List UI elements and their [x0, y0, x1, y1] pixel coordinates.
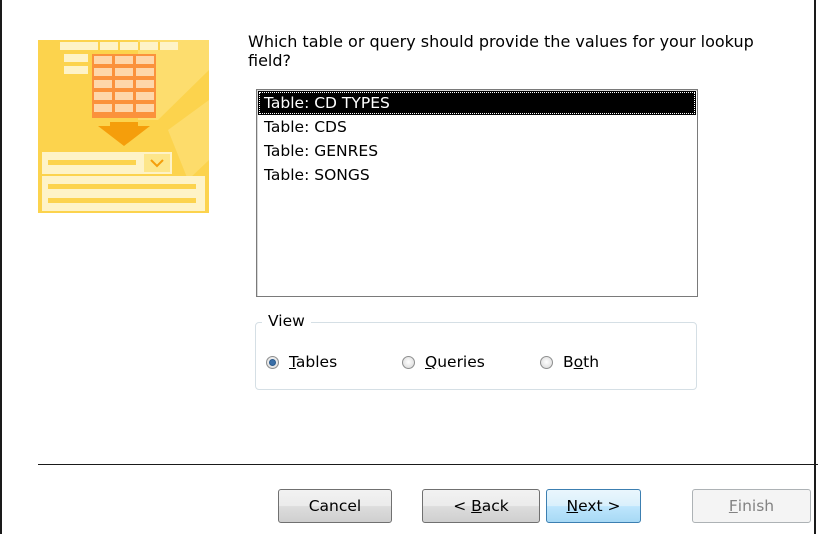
- view-groupbox: View Tables Queries Both: [255, 312, 697, 390]
- radio-unchecked-icon[interactable]: [540, 355, 553, 369]
- lookup-wizard-illustration-icon: [38, 40, 209, 213]
- view-legend: View: [262, 312, 311, 330]
- radio-tables[interactable]: Tables: [266, 353, 337, 371]
- cancel-button[interactable]: Cancel: [278, 489, 392, 523]
- wizard-dialog: Which table or query should provide the …: [0, 0, 818, 534]
- list-item[interactable]: Table: CDS: [258, 115, 696, 139]
- radio-tables-label: Tables: [289, 353, 338, 371]
- finish-button[interactable]: Finish: [692, 489, 811, 523]
- list-item[interactable]: Table: CD TYPES: [258, 91, 696, 115]
- radio-unchecked-icon[interactable]: [402, 355, 415, 369]
- radio-queries-label: Queries: [425, 353, 485, 371]
- next-button[interactable]: Next >: [546, 489, 641, 523]
- radio-checked-icon[interactable]: [266, 355, 279, 369]
- radio-both[interactable]: Both: [540, 353, 599, 371]
- back-button[interactable]: < Back: [422, 489, 540, 523]
- table-query-listbox[interactable]: Table: CD TYPES Table: CDS Table: GENRES…: [256, 89, 698, 297]
- radio-queries[interactable]: Queries: [402, 353, 485, 371]
- radio-both-label: Both: [563, 353, 600, 371]
- footer-divider: [38, 464, 818, 465]
- list-item[interactable]: Table: SONGS: [258, 163, 696, 187]
- list-item[interactable]: Table: GENRES: [258, 139, 696, 163]
- wizard-prompt: Which table or query should provide the …: [248, 32, 754, 70]
